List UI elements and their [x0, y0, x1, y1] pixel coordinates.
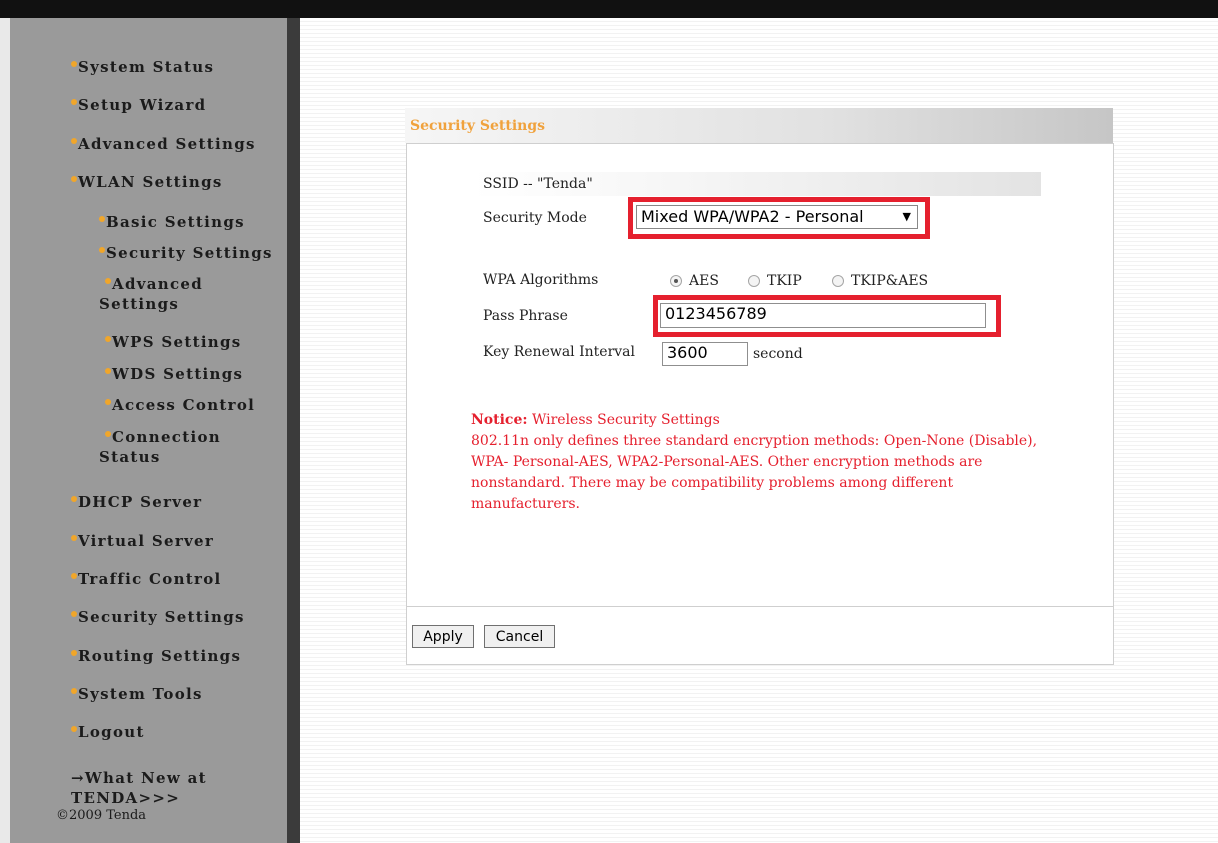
sidebar-item-access-control[interactable]: Access Control	[99, 395, 255, 415]
sidebar-item-system-status[interactable]: System Status	[71, 57, 214, 77]
sidebar-item-wps-settings[interactable]: WPS Settings	[99, 332, 242, 352]
pass-phrase-label: Pass Phrase	[483, 308, 568, 324]
key-renewal-input[interactable]: 3600	[662, 342, 748, 366]
bullet-icon	[105, 336, 111, 342]
apply-button[interactable]: Apply	[412, 625, 474, 648]
divider-line	[407, 606, 1113, 607]
sidebar-item-traffic-control[interactable]: Traffic Control	[71, 569, 222, 589]
bullet-icon	[99, 247, 105, 253]
bullet-icon	[71, 573, 77, 579]
highlight-box-security-mode	[628, 197, 930, 239]
sidebar-item-label: Security Settings	[106, 244, 273, 262]
sidebar-item-wlan-settings[interactable]: WLAN Settings	[71, 172, 223, 192]
bullet-icon	[99, 216, 105, 222]
sidebar-item-setup-wizard[interactable]: Setup Wizard	[71, 95, 206, 115]
sidebar-divider	[287, 18, 300, 843]
notice-title: Notice:	[471, 412, 528, 428]
notice-subtitle: Wireless Security Settings	[527, 412, 720, 428]
sidebar-item-advanced-settings[interactable]: Advanced Settings	[71, 134, 256, 154]
notice-block: Notice: Wireless Security Settings 802.1…	[471, 410, 1051, 515]
bullet-icon	[105, 431, 111, 437]
key-renewal-label: Key Renewal Interval	[483, 344, 635, 360]
sidebar-item-advanced-settings-sub[interactable]: Advanced Settings	[99, 274, 234, 314]
bullet-icon	[71, 176, 77, 182]
sidebar-item-security-settings-sub[interactable]: Security Settings	[99, 243, 273, 263]
bullet-icon	[71, 650, 77, 656]
bullet-icon	[105, 278, 111, 284]
sidebar-item-label: Advanced Settings	[99, 275, 204, 313]
sidebar-item-label: Routing Settings	[78, 647, 242, 665]
sidebar-item-wds-settings[interactable]: WDS Settings	[99, 364, 243, 384]
bullet-icon	[71, 726, 77, 732]
sidebar-item-system-tools[interactable]: System Tools	[71, 684, 203, 704]
sidebar-item-label: Connection Status	[99, 428, 221, 466]
sidebar-item-label: Virtual Server	[78, 532, 215, 550]
bullet-icon	[105, 399, 111, 405]
radio-aes[interactable]	[670, 275, 682, 287]
sidebar-item-label: WDS Settings	[112, 365, 244, 383]
sidebar-item-label: Basic Settings	[106, 213, 245, 231]
notice-text: 802.11n only defines three standard encr…	[471, 433, 1038, 512]
sidebar-item-label: WLAN Settings	[78, 173, 223, 191]
highlight-box-pass-phrase	[653, 295, 1001, 337]
sidebar-item-label: Logout	[78, 723, 145, 741]
whats-new-link[interactable]: →What New at TENDA>>>	[71, 768, 246, 808]
bullet-icon	[71, 688, 77, 694]
wpa-algorithms-label: WPA Algorithms	[483, 272, 599, 288]
bullet-icon	[71, 138, 77, 144]
key-renewal-unit: second	[753, 346, 803, 362]
bullet-icon	[105, 368, 111, 374]
bullet-icon	[71, 61, 77, 67]
sidebar-item-security-settings[interactable]: Security Settings	[71, 607, 245, 627]
sidebar-item-dhcp-server[interactable]: DHCP Server	[71, 492, 202, 512]
radio-tkip-label: TKIP	[767, 273, 802, 289]
bullet-icon	[71, 99, 77, 105]
bullet-icon	[71, 496, 77, 502]
panel-title: Security Settings	[405, 108, 1113, 143]
radio-tkip-aes-label: TKIP&AES	[851, 273, 929, 289]
ssid-label: SSID -- "Tenda"	[483, 176, 593, 192]
sidebar-item-virtual-server[interactable]: Virtual Server	[71, 531, 214, 551]
cancel-button[interactable]: Cancel	[484, 625, 555, 648]
bullet-icon	[71, 535, 77, 541]
radio-aes-label: AES	[689, 273, 719, 289]
sidebar-item-connection-status[interactable]: Connection Status	[99, 427, 229, 467]
copyright-text: ©2009 Tenda	[56, 808, 147, 823]
sidebar-item-label: DHCP Server	[78, 493, 203, 511]
left-strip	[0, 18, 10, 843]
sidebar-item-label: System Tools	[78, 685, 203, 703]
sidebar-item-label: Advanced Settings	[78, 135, 256, 153]
sidebar-item-routing-settings[interactable]: Routing Settings	[71, 646, 241, 666]
bullet-icon	[71, 611, 77, 617]
security-mode-label: Security Mode	[483, 210, 587, 226]
sidebar-item-label: System Status	[78, 58, 215, 76]
sidebar-item-label: Setup Wizard	[78, 96, 207, 114]
sidebar-item-label: Traffic Control	[78, 570, 222, 588]
sidebar-item-logout[interactable]: Logout	[71, 722, 145, 742]
top-bar	[0, 0, 1218, 18]
radio-tkip-aes[interactable]	[832, 275, 844, 287]
radio-tkip[interactable]	[748, 275, 760, 287]
sidebar-item-label: Security Settings	[78, 608, 245, 626]
sidebar-item-label: Access Control	[112, 396, 256, 414]
notice-heading: Notice: Wireless Security Settings	[471, 410, 1051, 431]
sidebar-item-label: WPS Settings	[112, 333, 242, 351]
sidebar-item-basic-settings[interactable]: Basic Settings	[99, 212, 245, 232]
